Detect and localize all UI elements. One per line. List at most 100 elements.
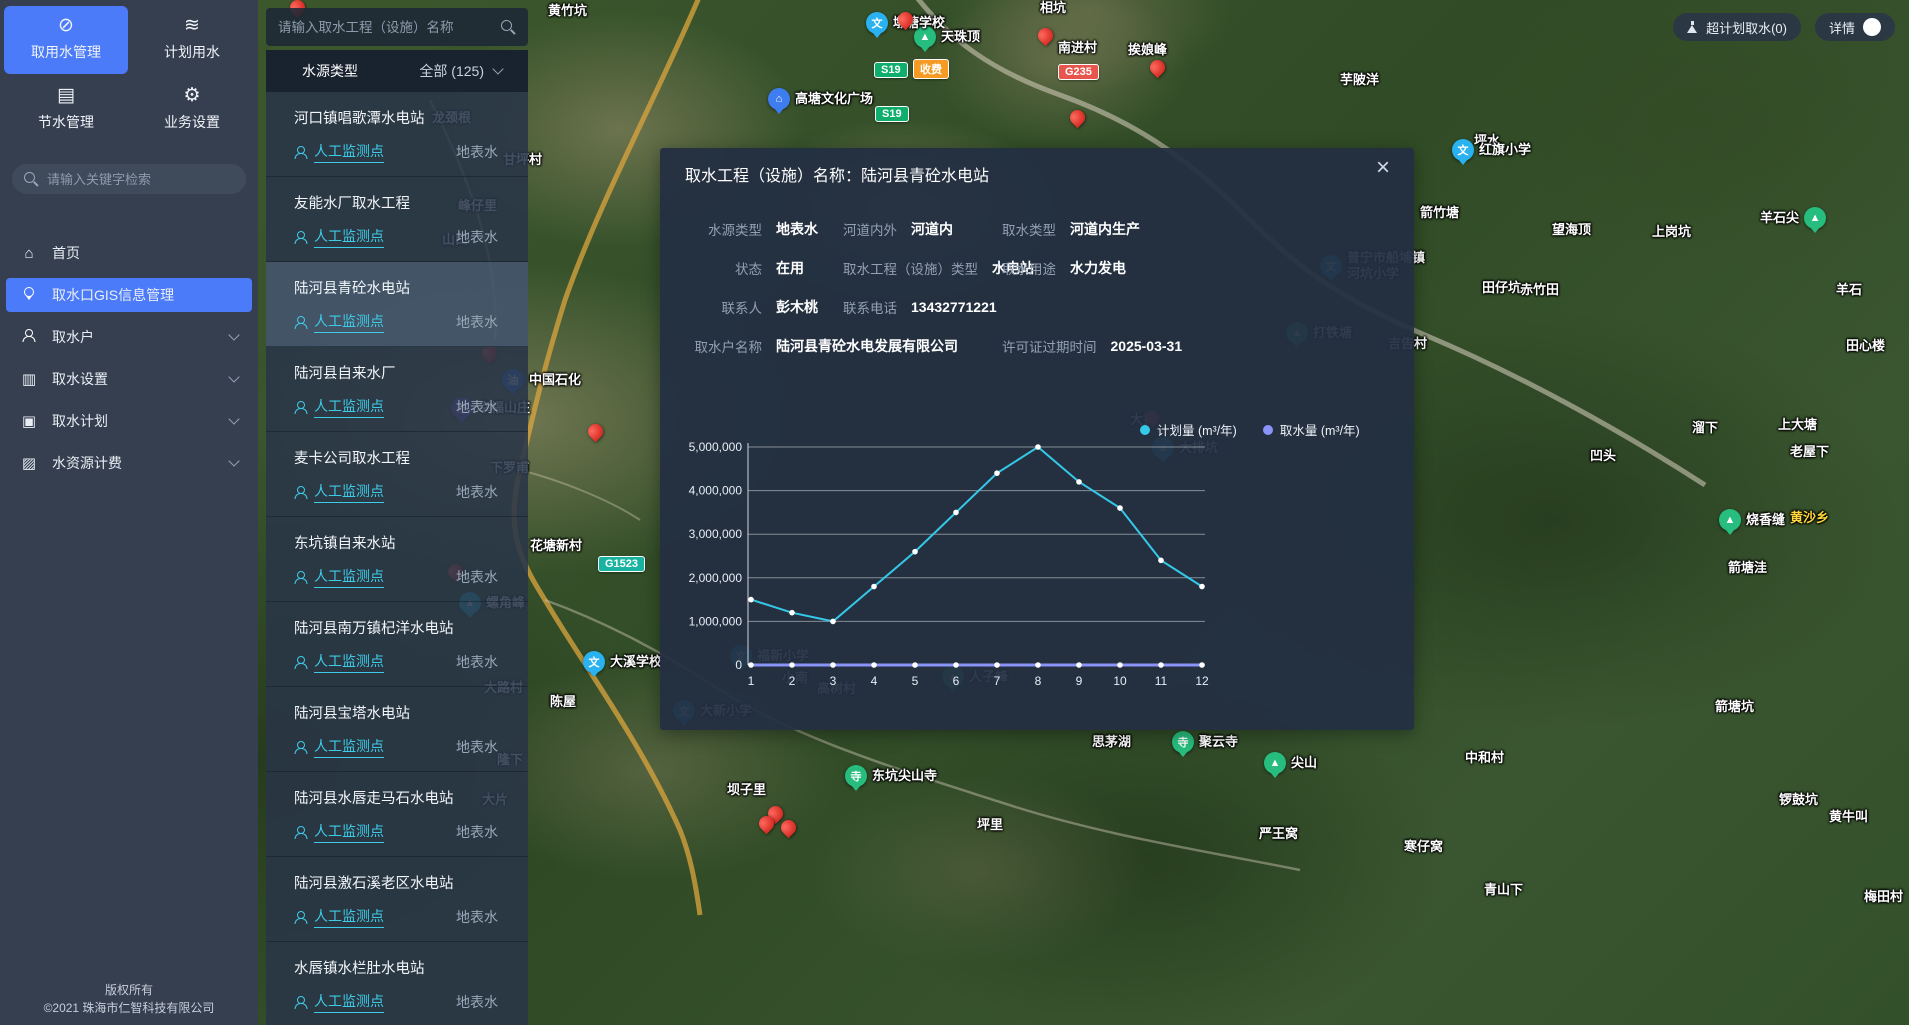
station-list-item[interactable]: 陆河县青砼水电站人工监测点地表水 <box>266 262 528 347</box>
map-place-label: 箭塘坑 <box>1715 699 1754 715</box>
station-name: 麦卡公司取水工程 <box>294 447 498 468</box>
map-poi[interactable]: 文大溪学校 <box>583 651 662 673</box>
map-poi[interactable]: 文红旗小学 <box>1452 139 1531 161</box>
manual-monitor-link[interactable]: 人工监测点 <box>294 481 384 503</box>
svg-text:6: 6 <box>953 674 960 688</box>
detail-field: 许可证过期时间2025-03-31 <box>1002 331 1182 361</box>
school-marker-icon: 文 <box>583 651 605 673</box>
detail-field: 河道内外河道内 <box>843 214 953 244</box>
water-source-type-filter[interactable]: 水源类型 全部 (125) <box>266 50 528 92</box>
water-source-type: 地表水 <box>456 737 498 757</box>
station-list-item[interactable]: 水唇镇水栏肚水电站人工监测点地表水 <box>266 942 528 1025</box>
map-poi-label: 聚云寺 <box>1199 734 1238 750</box>
manual-monitor-link[interactable]: 人工监测点 <box>294 141 384 163</box>
menu-item-water-users[interactable]: 取水户 <box>6 320 252 354</box>
person-icon <box>294 146 307 159</box>
close-icon[interactable]: × <box>1376 156 1390 180</box>
station-list-item[interactable]: 陆河县南万镇杞洋水电站人工监测点地表水 <box>266 602 528 687</box>
water-source-type: 地表水 <box>456 227 498 247</box>
map-place-label: 中和村 <box>1465 750 1504 766</box>
map-poi-label: 东坑尖山寺 <box>872 768 937 784</box>
map-poi[interactable]: ▲烧香缝 <box>1719 509 1785 531</box>
menu-item-home[interactable]: ⌂ 首页 <box>6 236 252 270</box>
mountain-marker-icon: ▲ <box>1719 509 1741 531</box>
map-poi[interactable]: ⌂高塘文化广场 <box>768 88 873 110</box>
svg-text:5: 5 <box>912 674 919 688</box>
svg-text:5,000,000: 5,000,000 <box>689 440 743 454</box>
station-list-item[interactable]: 友能水厂取水工程人工监测点地表水 <box>266 177 528 262</box>
sidebar-menu: ⌂ 首页 取水口GIS信息管理 取水户 ▥ 取水设置 ▣ 取水计划 <box>0 212 258 480</box>
menu-item-water-resource-billing[interactable]: ▨ 水资源计费 <box>6 446 252 480</box>
manual-monitor-link[interactable]: 人工监测点 <box>294 736 384 758</box>
detail-field: 取水用途水力发电 <box>1002 253 1126 283</box>
svg-text:9: 9 <box>1076 674 1083 688</box>
person-icon <box>294 486 307 499</box>
station-list-item[interactable]: 陆河县宝塔水电站人工监测点地表水 <box>266 687 528 772</box>
manual-monitor-link[interactable]: 人工监测点 <box>294 821 384 843</box>
map-poi[interactable]: ▲尖山 <box>1264 752 1317 774</box>
poi-marker-icon: ⌂ <box>768 88 790 110</box>
chart-legend: 计划量 (m³/年) 取水量 (m³/年) <box>1140 420 1360 439</box>
station-list-item[interactable]: 陆河县激石溪老区水电站人工监测点地表水 <box>266 857 528 942</box>
station-list-item[interactable]: 陆河县水唇走马石水电站人工监测点地表水 <box>266 772 528 857</box>
menu-item-intake-settings[interactable]: ▥ 取水设置 <box>6 362 252 396</box>
svg-text:12: 12 <box>1195 674 1209 688</box>
modal-title: 取水工程（设施）名称：陆河县青砼水电站 <box>685 162 989 186</box>
manual-monitor-link[interactable]: 人工监测点 <box>294 311 384 333</box>
station-list-panel: 水源类型 全部 (125) 河口镇唱歌潭水电站人工监测点地表水友能水厂取水工程人… <box>266 50 528 1025</box>
map-place-label: 坝子里 <box>727 782 766 798</box>
manual-monitor-link[interactable]: 人工监测点 <box>294 566 384 588</box>
menu-item-intake-plan[interactable]: ▣ 取水计划 <box>6 404 252 438</box>
station-search-input[interactable] <box>278 20 493 35</box>
map-place-label: 相坑 <box>1040 0 1066 16</box>
mountain-marker-icon: ▲ <box>1804 207 1826 229</box>
manual-monitor-link[interactable]: 人工监测点 <box>294 651 384 673</box>
map-poi[interactable]: 寺聚云寺 <box>1172 731 1238 753</box>
app-tile-business-settings[interactable]: ⚙ 业务设置 <box>130 76 254 144</box>
chart-legend-item[interactable]: 计划量 (m³/年) <box>1140 420 1237 439</box>
app-tile-planned-water-use[interactable]: ≋ 计划用水 <box>130 6 254 74</box>
detail-toggle[interactable]: 详情 <box>1815 13 1895 41</box>
station-list-item[interactable]: 河口镇唱歌潭水电站人工监测点地表水 <box>266 92 528 177</box>
svg-text:1: 1 <box>748 674 755 688</box>
over-plan-intake-label: 超计划取水(0) <box>1706 18 1787 37</box>
search-icon[interactable] <box>501 20 516 35</box>
map-poi[interactable]: 羊石尖 ▲ <box>1760 207 1826 229</box>
app-tile-water-saving-management[interactable]: ▤ 节水管理 <box>4 76 128 144</box>
road-badge: G235 <box>1058 64 1099 80</box>
over-plan-intake-button[interactable]: 超计划取水(0) <box>1673 13 1801 41</box>
detail-field: 联系电话13432771221 <box>843 292 997 322</box>
map-place-label: 锣鼓坑 <box>1779 792 1818 808</box>
filter-value: 全部 (125) <box>419 61 484 81</box>
road-badge: S19 <box>875 106 909 122</box>
menu-item-intake-gis-management[interactable]: 取水口GIS信息管理 <box>6 278 252 312</box>
legend-dot-icon <box>1140 425 1150 435</box>
app-switcher: ⊘ 取用水管理 ≋ 计划用水 ▤ 节水管理 ⚙ 业务设置 <box>0 0 258 154</box>
manual-monitor-link[interactable]: 人工监测点 <box>294 906 384 928</box>
person-icon <box>294 401 307 414</box>
chart-legend-item[interactable]: 取水量 (m³/年) <box>1263 420 1360 439</box>
keyword-search-input[interactable] <box>47 172 234 187</box>
map-place-label: 羊石 <box>1836 282 1862 298</box>
person-icon <box>294 656 307 669</box>
station-list-item[interactable]: 陆河县自来水厂人工监测点地表水 <box>266 347 528 432</box>
app-tile-water-intake-management[interactable]: ⊘ 取用水管理 <box>4 6 128 74</box>
map-poi[interactable]: 寺东坑尖山寺 <box>845 765 937 787</box>
map-place-label: 青山下 <box>1484 882 1523 898</box>
toggle-knob-icon <box>1863 18 1881 36</box>
station-name: 河口镇唱歌潭水电站 <box>294 107 498 128</box>
map-place-label: 上岗坑 <box>1652 224 1691 240</box>
station-list-item[interactable]: 麦卡公司取水工程人工监测点地表水 <box>266 432 528 517</box>
manual-monitor-link[interactable]: 人工监测点 <box>294 396 384 418</box>
map-place-label: 挨娘峰 <box>1128 42 1167 58</box>
station-list-item[interactable]: 东坑镇自来水站人工监测点地表水 <box>266 517 528 602</box>
billing-chart-icon: ▨ <box>20 456 38 471</box>
map-place-label: 田心楼 <box>1846 338 1885 354</box>
svg-text:2,000,000: 2,000,000 <box>689 571 743 585</box>
detail-chart: 01,000,0002,000,0003,000,0004,000,0005,0… <box>660 438 1414 708</box>
manual-monitor-link[interactable]: 人工监测点 <box>294 226 384 248</box>
map-place-label: 箭竹塘 <box>1420 205 1459 221</box>
sidebar-search <box>12 164 246 194</box>
map-poi-label: 羊石尖 <box>1760 210 1799 226</box>
manual-monitor-link[interactable]: 人工监测点 <box>294 991 384 1013</box>
